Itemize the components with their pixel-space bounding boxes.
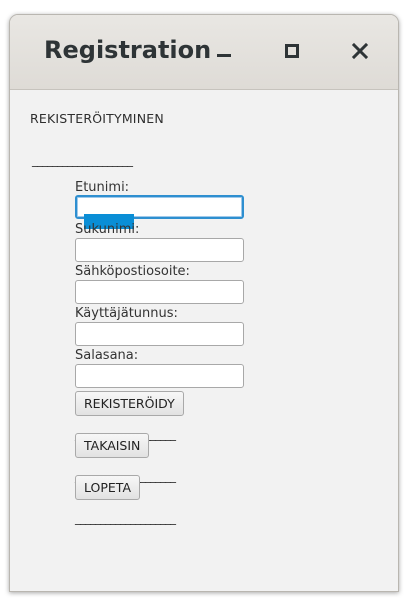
registration-window: Registration REKISTERÖITYMINEN _________… xyxy=(9,14,399,592)
quit-button[interactable]: LOPETA xyxy=(75,475,141,500)
header-separator: ____________________ xyxy=(32,153,133,167)
maximize-icon xyxy=(283,42,301,60)
password-input[interactable] xyxy=(75,364,244,388)
register-button[interactable]: REKISTERÖIDY xyxy=(75,391,184,416)
back-button[interactable]: TAKAISIN xyxy=(75,433,150,458)
email-label: Sähköpostiosoite: xyxy=(75,264,190,279)
first-name-label: Etunimi: xyxy=(75,180,130,195)
maximize-button[interactable] xyxy=(278,37,306,65)
last-name-label: Sukunimi: xyxy=(75,222,140,237)
separator-after-quit: ____________________ xyxy=(75,511,176,525)
window-title: Registration xyxy=(44,36,212,64)
last-name-input[interactable] xyxy=(75,238,244,262)
title-bar[interactable]: Registration xyxy=(10,15,398,90)
email-input[interactable] xyxy=(75,280,244,304)
form-header: REKISTERÖITYMINEN xyxy=(30,111,164,126)
close-button[interactable] xyxy=(346,37,374,65)
username-label: Käyttäjätunnus: xyxy=(75,306,178,321)
minimize-button[interactable] xyxy=(210,37,238,65)
password-label: Salasana: xyxy=(75,348,139,363)
username-input[interactable] xyxy=(75,322,244,346)
form-content: REKISTERÖITYMINEN ____________________ E… xyxy=(10,90,398,591)
minimize-icon xyxy=(215,42,233,60)
close-icon xyxy=(351,42,369,60)
